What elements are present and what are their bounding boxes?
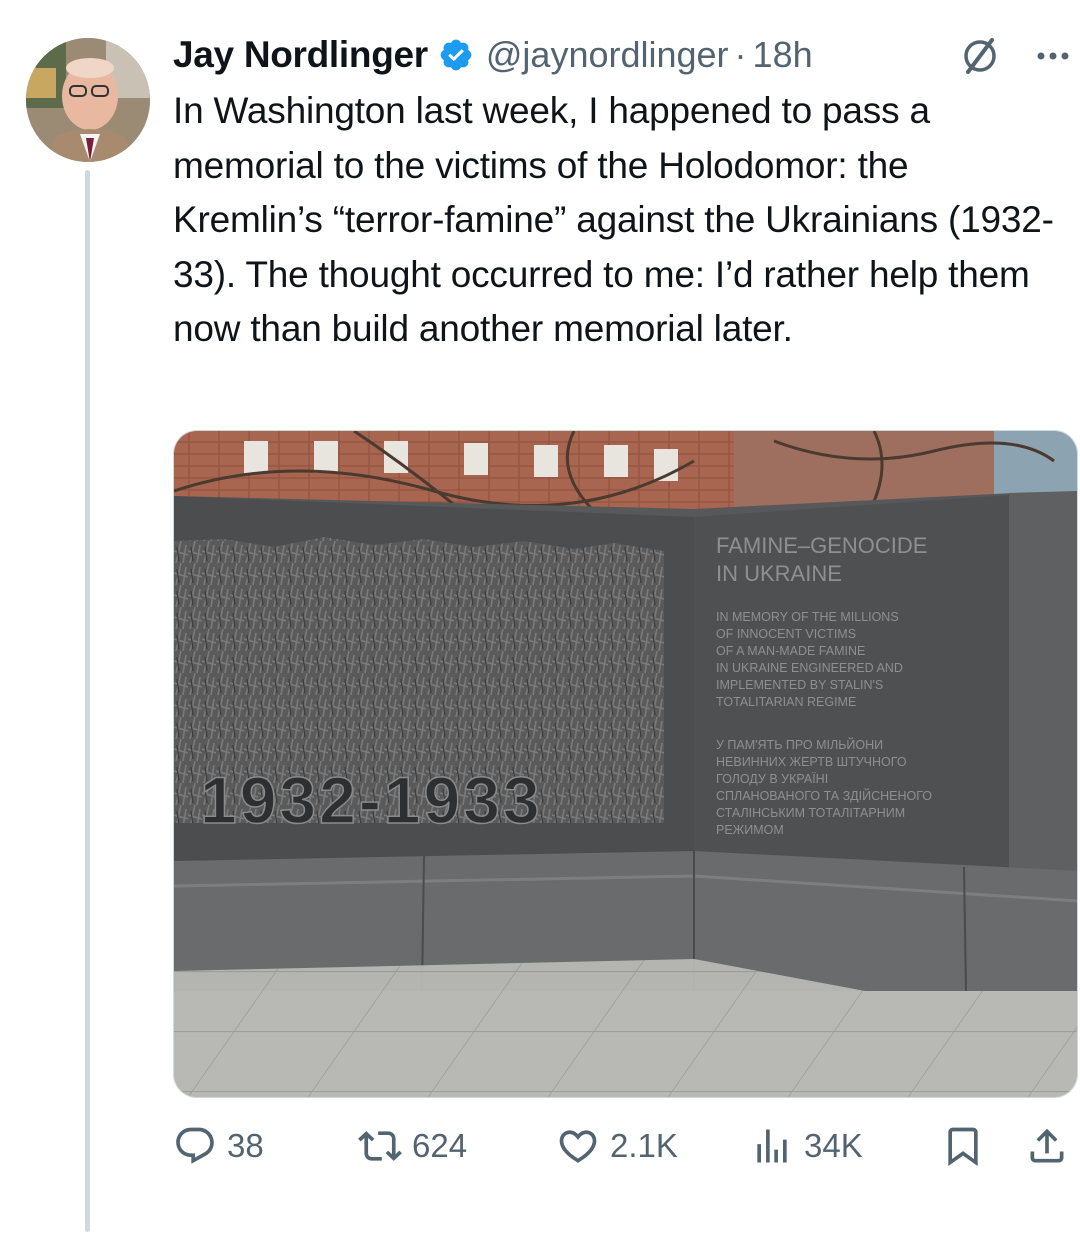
plaque-en-line: OF A MAN-MADE FAMINE	[716, 644, 865, 658]
author-handle[interactable]: @jaynordlinger	[486, 34, 729, 76]
plaque-en-line: TOTALITARIAN REGIME	[716, 695, 856, 709]
author-name[interactable]: Jay Nordlinger	[173, 34, 428, 76]
more-icon[interactable]	[1031, 36, 1075, 76]
thread-line	[85, 170, 90, 1232]
repost-icon	[358, 1131, 402, 1161]
memorial-years: 1932-1933	[200, 763, 543, 837]
plaque-en-line: IN UKRAINE ENGINEERED AND	[716, 661, 903, 675]
plaque-en-line: OF INNOCENT VICTIMS	[716, 627, 856, 641]
grok-icon[interactable]	[958, 34, 1002, 78]
repost-count: 624	[412, 1127, 468, 1164]
plaque-title-line-2: IN UKRAINE	[716, 561, 842, 586]
share-button[interactable]	[1025, 1118, 1069, 1174]
plaque-en-line: IMPLEMENTED BY STALIN'S	[716, 678, 883, 692]
repost-button[interactable]: 624	[358, 1118, 467, 1174]
bookmark-button[interactable]	[941, 1118, 985, 1174]
views-count: 34K	[804, 1127, 863, 1164]
avatar[interactable]	[26, 38, 150, 162]
plaque-ua-line: СПЛАНОВАНОГО ТА ЗДІЙСНЕНОГО	[716, 788, 932, 803]
action-bar: 38 624 2.1K 34K	[173, 1118, 1073, 1174]
plaque-ua-line: СТАЛІНСЬКИМ ТОТАЛІТАРНИМ	[716, 806, 905, 820]
reply-count: 38	[227, 1127, 264, 1164]
plaque-ua-line: НЕВИННИХ ЖЕРТВ ШТУЧНОГО	[716, 755, 907, 769]
plaque-ua-line: ГОЛОДУ В УКРАЇНІ	[716, 772, 828, 786]
plaque-ua-line: РЕЖИМОМ	[716, 823, 784, 837]
plaque-en-line: IN MEMORY OF THE MILLIONS	[716, 610, 899, 624]
tweet-text: In Washington last week, I happened to p…	[173, 90, 1054, 349]
like-button[interactable]: 2.1K	[556, 1118, 678, 1174]
verified-badge-icon[interactable]	[438, 37, 474, 73]
plaque-title-line-1: FAMINE–GENOCIDE	[716, 533, 927, 558]
bookmark-icon	[948, 1127, 978, 1167]
views-icon	[757, 1129, 787, 1163]
tweet-header: Jay Nordlinger @jaynordlinger · 18h	[173, 30, 1073, 80]
like-count: 2.1K	[610, 1127, 678, 1164]
plaque-ua-line: У ПАМ'ЯТЬ ПРО МІЛЬЙОНИ	[716, 737, 883, 752]
views-button[interactable]: 34K	[750, 1118, 863, 1174]
like-icon	[559, 1130, 597, 1163]
timestamp[interactable]: 18h	[753, 34, 813, 76]
tweet-photo[interactable]: FAMINE–GENOCIDE IN UKRAINE IN MEMORY OF …	[173, 430, 1078, 1098]
reply-icon	[176, 1127, 214, 1164]
share-icon	[1030, 1128, 1064, 1163]
reply-button[interactable]: 38	[173, 1118, 264, 1174]
separator-dot: ·	[734, 34, 747, 75]
